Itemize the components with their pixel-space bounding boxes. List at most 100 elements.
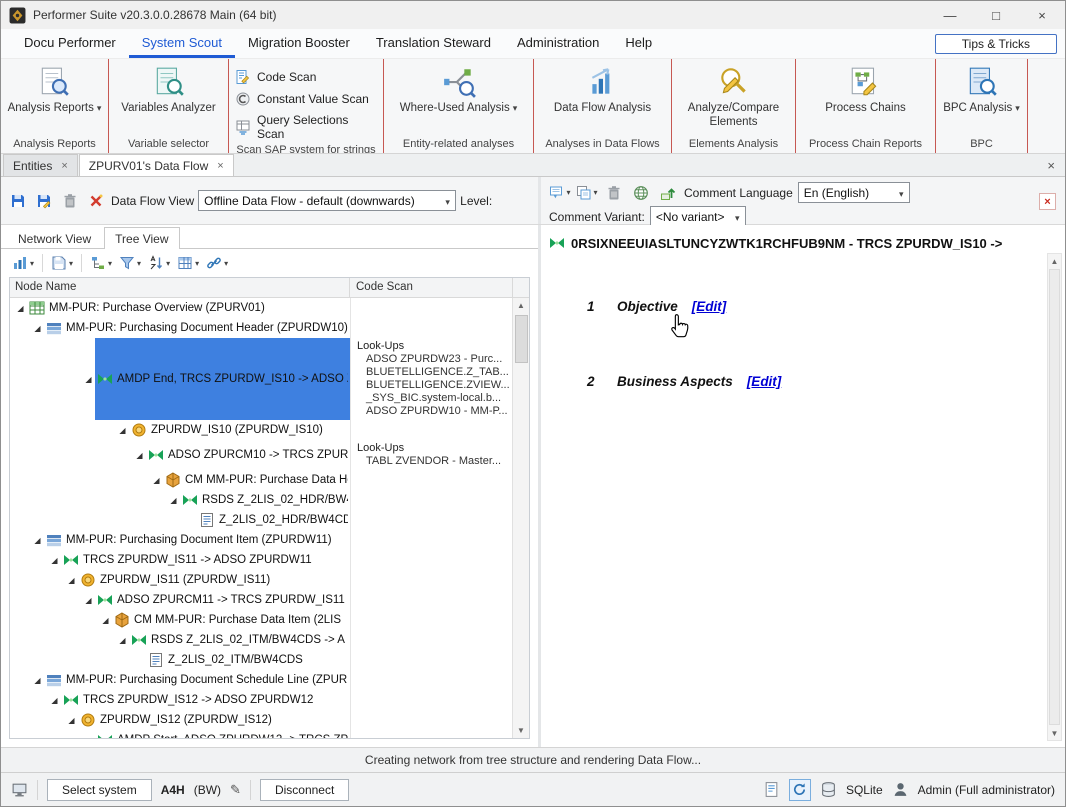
variables-analyzer-button[interactable]: Variables Analyzer <box>117 62 219 116</box>
tree-row[interactable]: ◢MM-PUR: Purchasing Document Schedule Li… <box>10 670 512 690</box>
combo-caret-icon[interactable] <box>730 210 745 224</box>
expander-icon[interactable]: ◢ <box>150 476 163 485</box>
data-flow-view-combo[interactable]: Offline Data Flow - default (downwards) <box>198 190 456 211</box>
tab-migration-booster[interactable]: Migration Booster <box>235 29 363 58</box>
expander-icon[interactable]: ◢ <box>167 496 180 505</box>
tree-row[interactable]: ◢MM-PUR: Purchase Overview (ZPURV01) <box>10 298 512 318</box>
doc-tab-entities[interactable]: Entities × <box>3 154 78 176</box>
analyze-compare-elements-button[interactable]: Analyze/Compare Elements <box>672 62 795 130</box>
analysis-reports-button[interactable]: Analysis Reports <box>4 62 106 116</box>
column-header-node-name[interactable]: Node Name <box>10 278 350 297</box>
tree-row[interactable]: ◢AMDP End, TRCS ZPURDW_IS10 -> ADSO ZPUR… <box>10 338 512 420</box>
tab-docu-performer[interactable]: Docu Performer <box>11 29 129 58</box>
data-flow-analysis-button[interactable]: Data Flow Analysis <box>550 62 655 116</box>
comment-layout-button[interactable] <box>549 183 571 203</box>
filter-button[interactable] <box>116 253 144 273</box>
columns-button[interactable] <box>174 253 202 273</box>
code-scan-button[interactable]: Code Scan <box>229 68 322 86</box>
expander-icon[interactable]: ◢ <box>82 736 95 739</box>
expander-icon[interactable]: ◢ <box>65 716 78 725</box>
export-button[interactable] <box>48 253 76 273</box>
translate-globe-button[interactable] <box>630 183 652 203</box>
comment-vertical-scrollbar[interactable]: ▲ ▼ <box>1047 253 1062 741</box>
expander-icon[interactable]: ◢ <box>48 556 61 565</box>
expander-icon[interactable]: ◢ <box>31 676 44 685</box>
tree-row[interactable]: ◢ADSO ZPURCM11 -> TRCS ZPURDW_IS11 <box>10 590 512 610</box>
link-button[interactable] <box>203 253 231 273</box>
close-comment-pane-button[interactable]: × <box>1039 193 1056 210</box>
expander-icon[interactable]: ◢ <box>65 576 78 585</box>
tree-row[interactable]: ◢AMDP Start, ADSO ZPURDW12 -> TRCS ZP <box>10 730 512 738</box>
expander-icon[interactable]: ◢ <box>116 426 129 435</box>
tree-row[interactable]: ◢ZPURDW_IS12 (ZPURDW_IS12) <box>10 710 512 730</box>
doc-tab-zpurv01-data-flow[interactable]: ZPURV01's Data Flow × <box>79 154 234 176</box>
tab-system-scout[interactable]: System Scout <box>129 29 235 58</box>
scroll-thumb[interactable] <box>515 315 528 363</box>
tree-vertical-scrollbar[interactable]: ▲ ▼ <box>512 298 529 738</box>
scroll-thumb[interactable] <box>1049 269 1060 725</box>
upload-comments-button[interactable] <box>657 183 679 203</box>
bpc-analysis-button[interactable]: BPC Analysis <box>939 62 1024 116</box>
column-header-code-scan[interactable]: Code Scan <box>350 278 512 297</box>
comment-copy-button[interactable] <box>576 183 598 203</box>
expander-icon[interactable]: ◢ <box>133 451 146 460</box>
tree-row[interactable]: ◢CM MM-PUR: Purchase Data Item (2LIS <box>10 610 512 630</box>
tree-row[interactable]: Z_2LIS_02_HDR/BW4CDS <box>10 510 512 530</box>
tree-row[interactable]: ◢ZPURDW_IS10 (ZPURDW_IS10) <box>10 420 512 440</box>
minimize-button[interactable]: — <box>927 1 973 29</box>
process-chains-button[interactable]: Process Chains <box>821 62 910 116</box>
expander-icon[interactable]: ◢ <box>14 304 27 313</box>
disconnect-button[interactable]: Disconnect <box>260 779 349 801</box>
tree-row[interactable]: ◢ZPURDW_IS11 (ZPURDW_IS11) <box>10 570 512 590</box>
tree-row[interactable]: ◢TRCS ZPURDW_IS11 -> ADSO ZPURDW11 <box>10 550 512 570</box>
tree-row[interactable]: ◢CM MM-PUR: Purchase Data Header (2L <box>10 470 512 490</box>
tips-and-tricks-button[interactable]: Tips & Tricks <box>935 34 1057 54</box>
expander-icon[interactable]: ◢ <box>82 375 95 384</box>
tree-row[interactable]: ◢RSDS Z_2LIS_02_HDR/BW4CDS -> A <box>10 490 512 510</box>
expander-icon[interactable]: ◢ <box>82 596 95 605</box>
tree-row[interactable]: ◢MM-PUR: Purchasing Document Item (ZPURD… <box>10 530 512 550</box>
scroll-up-arrow[interactable]: ▲ <box>1051 254 1059 268</box>
delete-comment-button[interactable] <box>603 183 625 203</box>
expander-icon[interactable]: ◢ <box>48 696 61 705</box>
scroll-down-arrow[interactable]: ▼ <box>1051 726 1059 740</box>
maximize-button[interactable]: □ <box>973 1 1019 29</box>
chart-view-button[interactable] <box>9 253 37 273</box>
hierarchy-button[interactable] <box>87 253 115 273</box>
tree-row[interactable]: ◢RSDS Z_2LIS_02_ITM/BW4CDS -> A <box>10 630 512 650</box>
tree-row[interactable]: Z_2LIS_02_ITM/BW4CDS <box>10 650 512 670</box>
comment-language-combo[interactable]: En (English) <box>798 182 910 203</box>
doc-tab-close-icon[interactable]: × <box>61 160 67 172</box>
expander-icon[interactable]: ◢ <box>116 636 129 645</box>
expander-icon[interactable]: ◢ <box>99 616 112 625</box>
query-selections-scan-button[interactable]: Query Selections Scan <box>229 112 383 142</box>
tab-network-view[interactable]: Network View <box>7 227 102 249</box>
tree-row[interactable]: ◢ADSO ZPURCM10 -> TRCS ZPURDW_IS10Look-U… <box>10 440 512 470</box>
doc-tab-close-icon[interactable]: × <box>217 160 223 172</box>
remove-data-flow-button[interactable] <box>85 191 107 211</box>
edit-system-icon[interactable]: ✎ <box>230 782 241 798</box>
sort-button[interactable] <box>145 253 173 273</box>
refresh-button[interactable] <box>789 779 811 801</box>
tab-strip-close-button[interactable]: × <box>1047 158 1055 173</box>
tab-administration[interactable]: Administration <box>504 29 612 58</box>
scroll-up-arrow[interactable]: ▲ <box>517 298 525 313</box>
where-used-analysis-button[interactable]: Where-Used Analysis <box>396 62 521 116</box>
expander-icon[interactable]: ◢ <box>31 324 44 333</box>
combo-caret-icon[interactable] <box>440 194 455 208</box>
save-button[interactable] <box>7 191 29 211</box>
report-icon[interactable] <box>763 781 780 798</box>
delete-button[interactable] <box>59 191 81 211</box>
expander-icon[interactable]: ◢ <box>31 536 44 545</box>
scroll-down-arrow[interactable]: ▼ <box>517 723 525 738</box>
tab-help[interactable]: Help <box>612 29 665 58</box>
combo-caret-icon[interactable] <box>894 186 909 200</box>
edit-business-aspects-link[interactable]: [Edit] <box>747 374 782 389</box>
select-system-button[interactable]: Select system <box>47 779 152 801</box>
close-button[interactable]: × <box>1019 1 1065 29</box>
edit-objective-link[interactable]: [Edit] <box>692 299 727 314</box>
tab-tree-view[interactable]: Tree View <box>104 227 179 249</box>
tree-row[interactable]: ◢MM-PUR: Purchasing Document Header (ZPU… <box>10 318 512 338</box>
tree-row[interactable]: ◢TRCS ZPURDW_IS12 -> ADSO ZPURDW12 <box>10 690 512 710</box>
comment-variant-combo[interactable]: <No variant> <box>650 206 746 227</box>
